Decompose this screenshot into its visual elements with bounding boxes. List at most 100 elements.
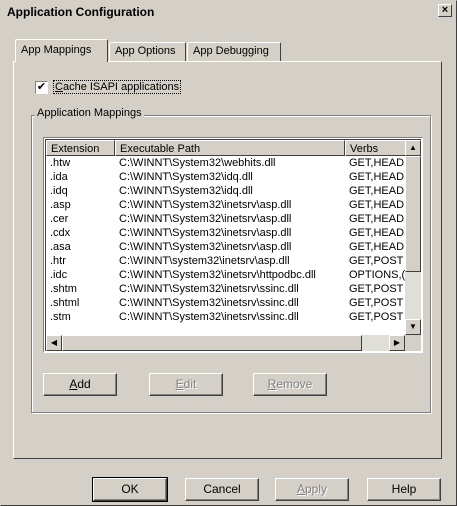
- cell-verbs: GET,HEAD: [349, 213, 405, 225]
- table-row[interactable]: .shtm C:\WINNT\System32\inetsrv\ssinc.dll…: [46, 282, 421, 296]
- help-button[interactable]: Help: [367, 478, 441, 501]
- cell-verbs: OPTIONS,(: [349, 269, 406, 281]
- cell-extension: .ida: [50, 171, 68, 183]
- scroll-up-icon: ▲: [409, 143, 417, 152]
- cell-verbs: GET,POST: [349, 283, 404, 295]
- cell-verbs: GET,HEAD: [349, 171, 405, 183]
- col-header-label: Verbs: [350, 143, 379, 155]
- horizontal-scrollbar[interactable]: ◀ ▶: [46, 335, 405, 351]
- table-row[interactable]: .cer C:\WINNT\System32\inetsrv\asp.dll GET…: [46, 212, 421, 226]
- horizontal-scroll-thumb[interactable]: [62, 335, 362, 351]
- cell-executable-path: C:\WINNT\System32\inetsrv\asp.dll: [119, 227, 292, 239]
- table-row[interactable]: .idc C:\WINNT\System32\inetsrv\httpodbc.d…: [46, 268, 421, 282]
- cell-extension: .cer: [50, 213, 69, 225]
- edit-button[interactable]: Edit: [149, 373, 223, 396]
- button-label: emove: [276, 377, 313, 391]
- cache-isapi-label[interactable]: Cache ISAPI applications: [53, 80, 182, 94]
- cell-extension: .shtm: [50, 283, 77, 295]
- table-row[interactable]: .asp C:\WINNT\System32\inetsrv\asp.dll GET…: [46, 198, 421, 212]
- cell-executable-path: C:\WINNT\System32\webhits.dll: [119, 157, 276, 169]
- add-button[interactable]: Add: [43, 373, 117, 396]
- cell-verbs: GET,HEAD: [349, 199, 405, 211]
- cell-extension: .htw: [50, 157, 71, 169]
- cell-executable-path: C:\WINNT\System32\inetsrv\asp.dll: [119, 199, 292, 211]
- scroll-right-button[interactable]: ▶: [389, 335, 405, 351]
- tab-label: App Mappings: [21, 44, 92, 56]
- cell-verbs: GET,POST: [349, 297, 404, 309]
- cell-verbs: GET,HEAD: [349, 241, 405, 253]
- table-row[interactable]: .shtml C:\WINNT\System32\inetsrv\ssinc.dl…: [46, 296, 421, 310]
- label-rest: ache ISAPI applications: [62, 81, 180, 93]
- apply-button[interactable]: Apply: [275, 478, 349, 501]
- list-rows: .htw C:\WINNT\System32\webhits.dll GET,HEA…: [46, 156, 421, 324]
- cancel-button[interactable]: Cancel: [185, 478, 259, 501]
- accel-char: C: [55, 81, 63, 93]
- list-inner: Extension Executable Path Verbs .htw C:\W…: [45, 139, 421, 351]
- col-header-label: Executable Path: [120, 143, 201, 155]
- cell-extension: .idq: [50, 185, 68, 197]
- cell-verbs: GET,POST: [349, 255, 404, 267]
- cell-extension: .cdx: [50, 227, 71, 239]
- col-header-executable-path[interactable]: Executable Path: [115, 140, 345, 156]
- scroll-down-button[interactable]: ▼: [405, 319, 421, 335]
- table-row[interactable]: .idq C:\WINNT\System32\idq.dll GET,HEAD: [46, 184, 421, 198]
- scroll-up-button[interactable]: ▲: [405, 140, 421, 156]
- table-row[interactable]: .htr C:\WINNT\system32\inetsrv\asp.dll GET…: [46, 254, 421, 268]
- col-header-extension[interactable]: Extension: [46, 140, 115, 156]
- cell-executable-path: C:\WINNT\System32\inetsrv\ssinc.dll: [119, 297, 299, 309]
- cell-verbs: GET,HEAD: [349, 157, 405, 169]
- cell-executable-path: C:\WINNT\System32\idq.dll: [119, 185, 253, 197]
- ok-button[interactable]: OK: [92, 477, 168, 502]
- close-icon: ×: [441, 4, 449, 16]
- cell-extension: .asp: [50, 199, 71, 211]
- tab-app-debugging[interactable]: App Debugging: [187, 42, 281, 61]
- button-label: Cancel: [203, 482, 241, 496]
- scroll-right-icon: ▶: [393, 338, 401, 347]
- cell-executable-path: C:\WINNT\System32\inetsrv\ssinc.dll: [119, 311, 299, 323]
- tab-label: App Options: [115, 45, 176, 57]
- scroll-left-button[interactable]: ◀: [46, 335, 62, 351]
- table-row[interactable]: .asa C:\WINNT\System32\inetsrv\asp.dll GET…: [46, 240, 421, 254]
- vertical-scrollbar[interactable]: ▲ ▼: [405, 140, 421, 335]
- cell-executable-path: C:\WINNT\System32\inetsrv\ssinc.dll: [119, 283, 299, 295]
- button-label: pply: [305, 482, 328, 496]
- button-label: Help: [391, 482, 417, 496]
- cell-executable-path: C:\WINNT\System32\inetsrv\asp.dll: [119, 241, 292, 253]
- cell-extension: .shtml: [50, 297, 80, 309]
- table-row[interactable]: .ida C:\WINNT\System32\idq.dll GET,HEAD: [46, 170, 421, 184]
- cell-extension: .stm: [50, 311, 71, 323]
- scroll-down-icon: ▼: [409, 322, 417, 331]
- cell-executable-path: C:\WINNT\system32\inetsrv\asp.dll: [119, 255, 290, 267]
- dialog-window: Application Configuration × App Mappings…: [0, 0, 457, 506]
- scroll-left-icon: ◀: [50, 338, 58, 347]
- close-button[interactable]: ×: [438, 4, 452, 17]
- window-title: Application Configuration: [7, 5, 155, 19]
- tab-app-options[interactable]: App Options: [109, 42, 186, 61]
- cell-executable-path: C:\WINNT\System32\inetsrv\httpodbc.dll: [119, 269, 316, 281]
- remove-button[interactable]: Remove: [253, 373, 327, 396]
- cache-isapi-checkbox[interactable]: ✔: [35, 81, 48, 94]
- cell-verbs: GET,HEAD: [349, 227, 405, 239]
- accel-char: A: [296, 482, 305, 496]
- group-label: Application Mappings: [35, 107, 144, 119]
- mappings-list[interactable]: Extension Executable Path Verbs .htw C:\W…: [43, 137, 423, 353]
- cell-extension: .asa: [50, 241, 71, 253]
- button-label: dit: [183, 377, 197, 391]
- cell-verbs: GET,HEAD: [349, 185, 405, 197]
- accel-char: R: [267, 377, 277, 391]
- cell-verbs: GET,POST: [349, 311, 404, 323]
- cell-extension: .htr: [50, 255, 66, 267]
- title-bar[interactable]: Application Configuration ×: [3, 3, 454, 21]
- vertical-scroll-thumb[interactable]: [405, 156, 421, 272]
- tab-label: App Debugging: [193, 45, 269, 57]
- table-row[interactable]: .stm C:\WINNT\System32\inetsrv\ssinc.dll G…: [46, 310, 421, 324]
- tab-app-mappings[interactable]: App Mappings: [15, 39, 108, 62]
- col-header-label: Extension: [51, 143, 100, 155]
- table-row[interactable]: .cdx C:\WINNT\System32\inetsrv\asp.dll GET…: [46, 226, 421, 240]
- button-label: OK: [121, 482, 139, 496]
- list-header: Extension Executable Path Verbs: [46, 140, 421, 156]
- cell-executable-path: C:\WINNT\System32\idq.dll: [119, 171, 253, 183]
- scroll-corner: [405, 335, 421, 351]
- table-row[interactable]: .htw C:\WINNT\System32\webhits.dll GET,HEA…: [46, 156, 421, 170]
- cell-executable-path: C:\WINNT\System32\inetsrv\asp.dll: [119, 213, 292, 225]
